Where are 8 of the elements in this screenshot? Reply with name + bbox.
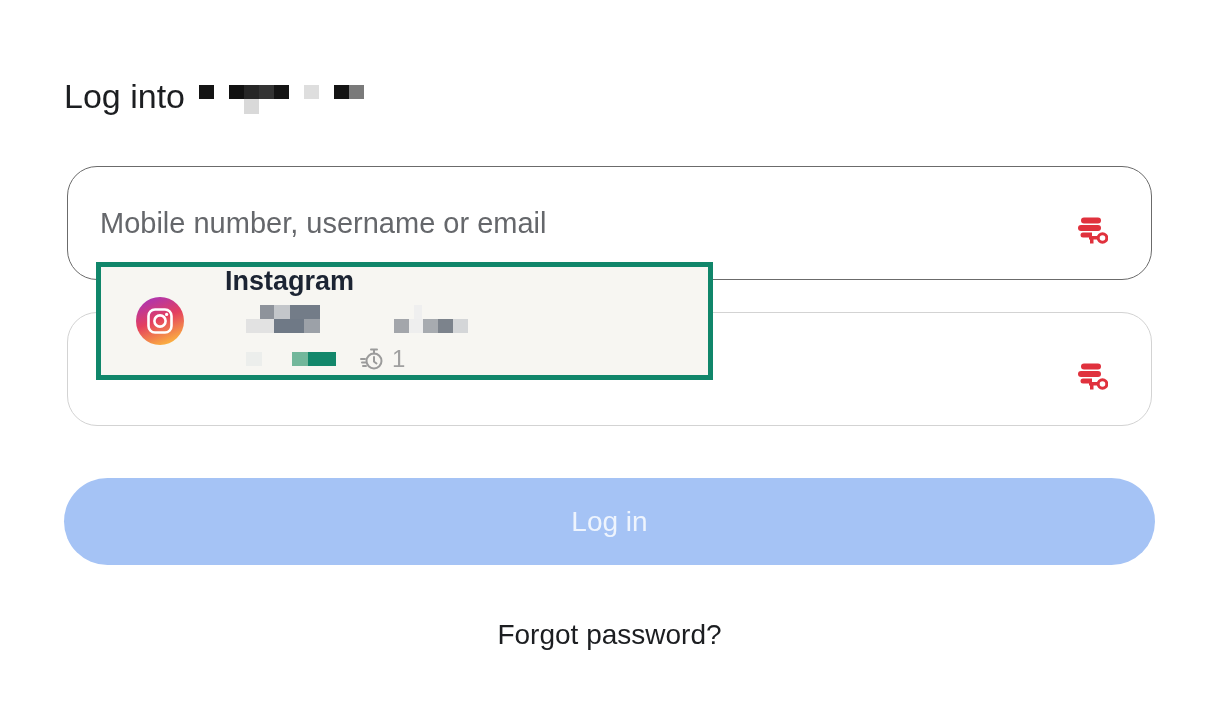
autofill-suggestion[interactable]: Instagram 1 <box>96 262 713 380</box>
forgot-password-link[interactable]: Forgot password? <box>497 618 722 652</box>
stopwatch-icon <box>360 348 384 370</box>
page-heading: Log into <box>64 76 185 117</box>
count-label: 1 <box>392 347 406 371</box>
key-icon[interactable] <box>1077 216 1108 245</box>
key-icon[interactable] <box>1077 362 1108 391</box>
camera-logo-icon <box>136 297 184 345</box>
